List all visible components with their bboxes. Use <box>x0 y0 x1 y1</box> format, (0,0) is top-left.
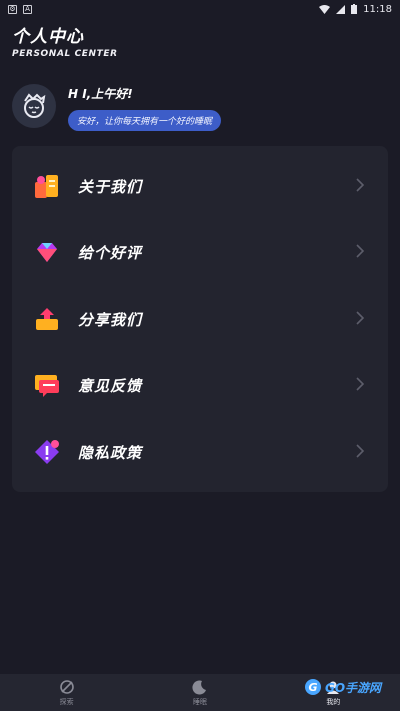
tab-sleep[interactable]: 睡眠 <box>133 674 266 711</box>
status-bar: ⚙ A 11:18 <box>0 0 400 18</box>
menu-item-label: 隐私政策 <box>78 443 143 462</box>
greeting-message-pill: 安好，让你每天拥有一个好的睡眠 <box>68 110 222 131</box>
watermark-logo: G GO手游网 <box>304 678 381 696</box>
status-time: 11:18 <box>363 3 392 15</box>
page-header: 个人中心 PERSONAL CENTER <box>12 22 118 59</box>
sleeping-face-icon <box>24 93 46 118</box>
privacy-icon <box>32 437 62 467</box>
tab-label: 我的 <box>326 697 341 706</box>
menu-item-label: 关于我们 <box>78 177 143 196</box>
moon-icon <box>192 680 206 695</box>
page-title: 个人中心 <box>12 27 84 47</box>
svg-text:G: G <box>308 681 317 694</box>
menu-item-label: 给个好评 <box>78 243 143 262</box>
menu-item-rate-us[interactable]: 给个好评 <box>12 224 388 280</box>
chevron-right-icon <box>356 377 364 391</box>
feedback-icon <box>32 370 62 400</box>
explore-icon <box>59 679 74 694</box>
menu-item-label: 意见反馈 <box>78 376 143 395</box>
tab-label: 睡眠 <box>192 697 207 706</box>
greeting-box: H I,上午好! 安好，让你每天拥有一个好的睡眠 <box>68 84 222 131</box>
watermark-text: GO手游网 <box>325 680 382 695</box>
tab-explore[interactable]: 探索 <box>0 674 133 711</box>
page-subtitle: PERSONAL CENTER <box>12 49 118 59</box>
menu-item-privacy-policy[interactable]: 隐私政策 <box>12 424 388 480</box>
battery-icon <box>351 4 358 14</box>
chevron-right-icon <box>356 178 364 192</box>
diamond-icon <box>32 237 62 267</box>
signal-icon <box>336 4 346 14</box>
about-icon <box>32 171 62 201</box>
chevron-right-icon <box>356 311 364 325</box>
menu-item-about-us[interactable]: 关于我们 <box>12 158 388 214</box>
a-notification-icon: A <box>23 4 32 14</box>
profile-section: H I,上午好! 安好，让你每天拥有一个好的睡眠 <box>12 84 222 131</box>
tab-label: 探索 <box>59 697 74 706</box>
settings-notification-icon: ⚙ <box>8 4 17 14</box>
menu-item-share-us[interactable]: 分享我们 <box>12 291 388 347</box>
watermark-g-icon: G <box>305 679 321 695</box>
chevron-right-icon <box>356 444 364 458</box>
wifi-icon <box>319 4 331 14</box>
greeting-text: H I,上午好! <box>68 87 133 101</box>
menu-item-label: 分享我们 <box>78 310 143 329</box>
menu-card: 关于我们 给个好评 分享我们 意见反馈 隐私政策 <box>12 146 388 492</box>
chevron-right-icon <box>356 244 364 258</box>
share-icon <box>32 304 62 334</box>
status-notifications: ⚙ A <box>8 4 32 14</box>
menu-item-feedback[interactable]: 意见反馈 <box>12 357 388 413</box>
status-indicators: 11:18 <box>319 4 392 15</box>
avatar[interactable] <box>12 84 56 128</box>
